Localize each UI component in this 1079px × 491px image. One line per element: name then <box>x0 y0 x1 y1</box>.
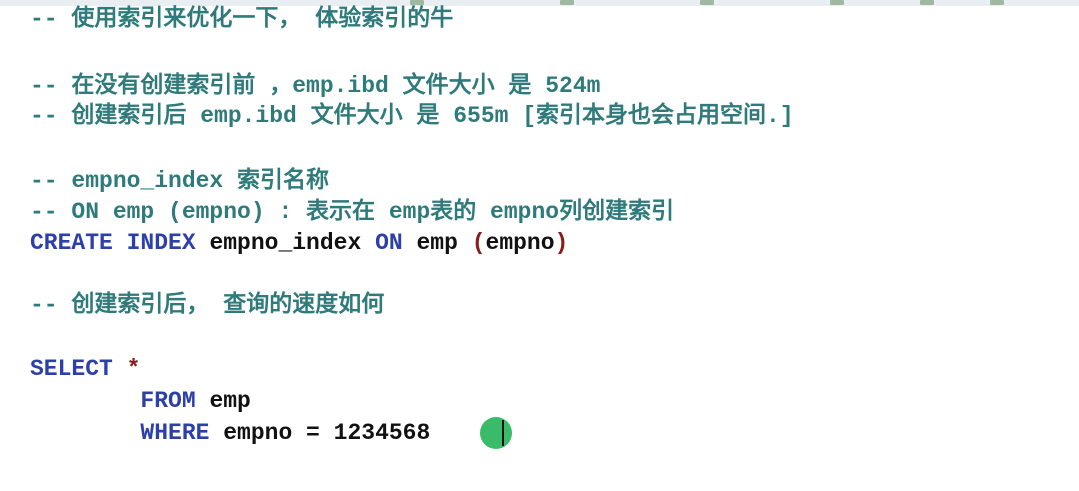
code-token: ( <box>471 230 486 256</box>
code-line-13[interactable]: FROM emp <box>30 386 251 416</box>
code-line-14[interactable]: WHERE empno = 1234568 <box>30 418 430 448</box>
code-line-4[interactable]: -- 创建索引后 emp.ibd 文件大小 是 655m [索引本身也会占用空间… <box>30 101 794 131</box>
code-token: -- empno_index 索引名称 <box>30 168 330 194</box>
code-token: empno = 1234568 <box>209 420 431 446</box>
text-caret <box>502 420 504 446</box>
code-token: * <box>126 356 141 382</box>
code-token: emp <box>195 388 251 414</box>
code-token: FROM <box>140 388 196 414</box>
code-line-6[interactable]: -- empno_index 索引名称 <box>30 166 329 196</box>
code-line-7[interactable]: -- ON emp (empno) : 表示在 emp表的 empno列创建索引 <box>30 197 674 227</box>
code-token: emp <box>402 230 472 256</box>
code-line-1[interactable]: -- 使用索引来优化一下， 体验索引的牛 <box>30 4 453 34</box>
code-line-8[interactable]: CREATE INDEX empno_index ON emp (empno) <box>30 228 568 258</box>
code-token: -- 创建索引后， 查询的速度如何 <box>30 292 385 318</box>
code-token: -- 使用索引来优化一下， 体验索引的牛 <box>30 6 454 32</box>
mouse-pointer-highlight-icon <box>480 417 512 449</box>
code-token: ON <box>375 230 403 256</box>
code-token: -- ON emp (empno) : 表示在 emp表的 empno列创建索引 <box>30 199 675 225</box>
code-token: -- 创建索引后 emp.ibd 文件大小 是 655m [索引本身也会占用空间… <box>30 103 794 129</box>
code-token: ) <box>554 230 569 256</box>
code-line-12[interactable]: SELECT * <box>30 354 140 384</box>
code-token: empno <box>485 230 555 256</box>
sql-editor[interactable]: -- 使用索引来优化一下， 体验索引的牛 -- 在没有创建索引前 ，emp.ib… <box>0 0 1079 491</box>
code-token: WHERE <box>140 420 210 446</box>
code-line-10[interactable]: -- 创建索引后， 查询的速度如何 <box>30 290 384 320</box>
code-token: CREATE INDEX <box>30 230 196 256</box>
code-token: SELECT <box>30 356 113 382</box>
code-token: empno_index <box>195 230 376 256</box>
code-token: -- 在没有创建索引前 ，emp.ibd 文件大小 是 524m <box>30 73 601 99</box>
code-line-3[interactable]: -- 在没有创建索引前 ，emp.ibd 文件大小 是 524m <box>30 71 600 101</box>
